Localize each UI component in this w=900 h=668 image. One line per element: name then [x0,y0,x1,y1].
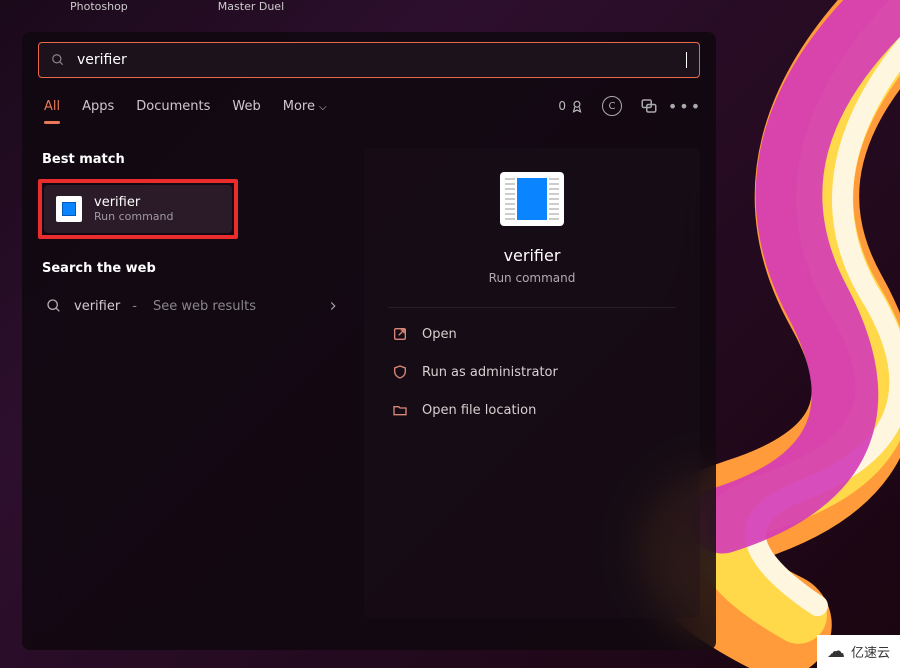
detail-pane: verifier Run command Open Run as adminis… [364,148,700,618]
desktop-icon-label[interactable]: Master Duel [218,0,284,13]
divider [388,307,676,308]
rewards-points[interactable]: 0 [558,99,584,113]
detail-subtitle: Run command [489,271,576,285]
watermark-text: 亿速云 [851,642,890,661]
desktop-icon-label[interactable]: Photoshop [70,0,128,13]
cloud-icon: ☁ [827,641,845,662]
tab-apps[interactable]: Apps [82,99,114,114]
tab-more[interactable]: More [283,99,327,114]
search-icon [46,298,62,314]
section-search-web: Search the web [38,257,348,288]
chevron-right-icon [326,299,340,313]
filter-tabs: All Apps Documents Web More 0 C ••• [38,78,700,124]
action-open-file-location[interactable]: Open file location [388,394,676,426]
tab-all[interactable]: All [44,99,60,114]
more-options-icon[interactable]: ••• [676,97,694,115]
open-icon [392,326,408,342]
action-run-as-admin[interactable]: Run as administrator [388,356,676,388]
annotation-highlight: verifier Run command [38,179,238,239]
run-command-large-icon [500,172,564,226]
text-caret [686,52,687,68]
tab-web[interactable]: Web [232,99,260,114]
folder-icon [392,402,408,418]
watermark: ☁ 亿速云 [817,635,900,668]
profile-avatar[interactable]: C [602,96,622,116]
best-match-item[interactable]: verifier Run command [44,185,232,233]
search-icon [51,53,65,67]
action-open[interactable]: Open [388,318,676,350]
web-result-item[interactable]: verifier - See web results [38,288,348,324]
desktop-shortcuts: Photoshop Master Duel [70,0,284,13]
section-best-match: Best match [38,148,348,179]
best-match-title: verifier [94,195,174,210]
medal-icon [570,99,584,113]
results-column: Best match verifier Run command Search t… [38,148,348,618]
detail-title: verifier [504,246,561,265]
shield-icon [392,364,408,380]
tab-documents[interactable]: Documents [136,99,210,114]
search-box[interactable] [38,42,700,78]
best-match-subtitle: Run command [94,210,174,223]
search-input[interactable] [77,52,678,68]
web-hint: See web results [153,299,256,314]
chat-icon[interactable] [640,97,658,115]
web-term: verifier [74,299,120,314]
start-search-panel: All Apps Documents Web More 0 C ••• Best… [22,32,716,650]
run-command-icon [56,196,82,222]
